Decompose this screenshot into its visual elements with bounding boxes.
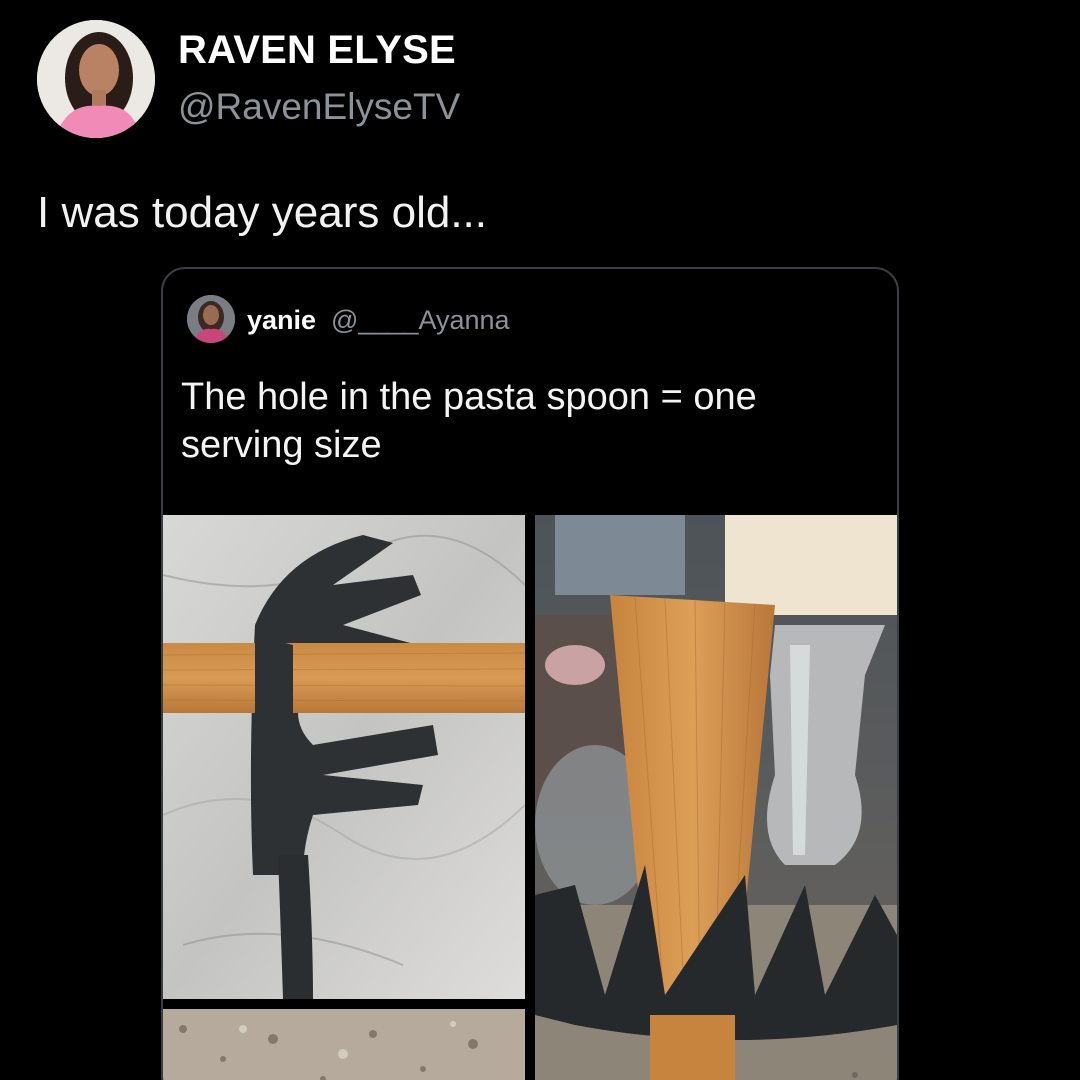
tweet: RAVEN ELYSE @RavenElyseTV I was today ye… (0, 0, 1080, 1080)
quoted-tweet-media[interactable] (163, 515, 897, 1080)
tweet-text: I was today years old... (37, 188, 487, 237)
quoted-author-avatar[interactable] (187, 295, 235, 343)
quoted-tweet-card[interactable]: yanie @____Ayanna The hole in the pasta … (161, 267, 899, 1080)
author-avatar[interactable] (37, 20, 155, 138)
author-handle[interactable]: @RavenElyseTV (178, 86, 460, 128)
quoted-author-handle[interactable]: @____Ayanna (331, 305, 510, 336)
granite-counter-photo[interactable] (163, 1009, 525, 1080)
quoted-tweet-text: The hole in the pasta spoon = one servin… (181, 376, 757, 466)
pasta-spoon-marble-photo[interactable] (163, 515, 525, 999)
pasta-spoon-standing-photo[interactable] (535, 515, 897, 1080)
author-name[interactable]: RAVEN ELYSE (178, 28, 456, 73)
quoted-author-name[interactable]: yanie (247, 305, 316, 336)
